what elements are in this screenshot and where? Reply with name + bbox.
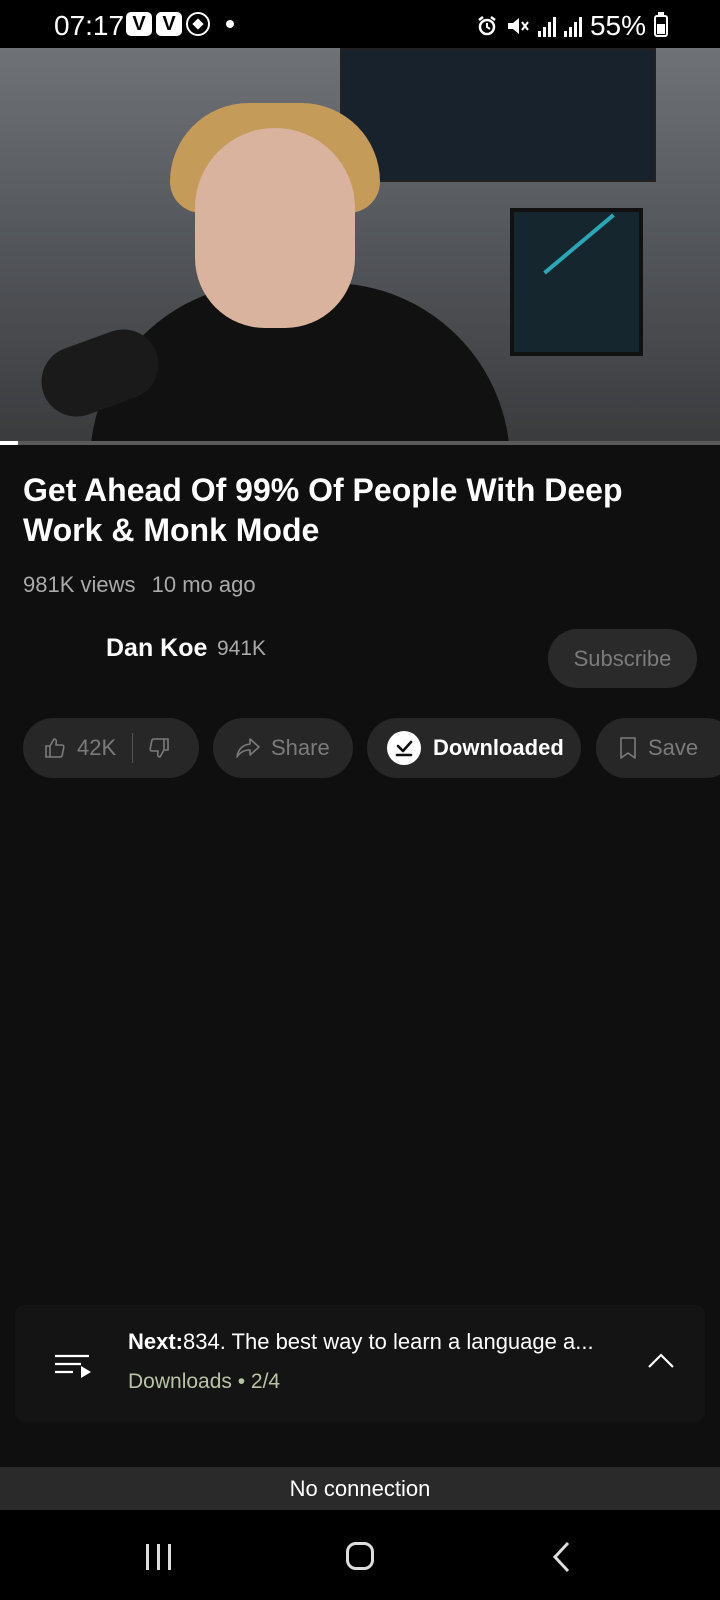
- signal-icon: [563, 15, 582, 37]
- home-button[interactable]: [346, 1542, 374, 1570]
- no-connection-banner: No connection: [0, 1467, 720, 1510]
- soccer-ball-icon: [186, 12, 210, 36]
- channel-name[interactable]: Dan Koe: [106, 634, 207, 663]
- status-time: 07:17: [54, 10, 125, 41]
- status-right-icons: 55%: [476, 10, 668, 42]
- status-bar: 07:17 V V 55%: [0, 0, 720, 48]
- channel-subscriber-count: 941K: [217, 637, 267, 660]
- video-progress-track[interactable]: [0, 441, 720, 445]
- v-badge-icon: V: [156, 12, 182, 36]
- next-video-title: 834. The best way to learn a language a.…: [183, 1329, 594, 1354]
- back-button[interactable]: [552, 1541, 572, 1573]
- thumbs-up-icon[interactable]: [43, 736, 67, 760]
- share-icon: [236, 738, 260, 758]
- video-frame-painting: [340, 48, 656, 182]
- battery-percent: 55%: [589, 10, 646, 41]
- subscribe-button[interactable]: Subscribe: [548, 629, 697, 688]
- playlist-queue-icon: [55, 1354, 91, 1378]
- video-player[interactable]: [0, 48, 720, 444]
- video-title[interactable]: Get Ahead Of 99% Of People With Deep Wor…: [23, 470, 683, 550]
- download-complete-icon: [387, 731, 421, 765]
- v-badge-icon: V: [126, 12, 152, 36]
- chevron-up-icon[interactable]: [647, 1351, 675, 1369]
- mute-icon: [507, 18, 529, 34]
- battery-icon: [654, 12, 668, 37]
- downloaded-button[interactable]: Downloaded: [367, 718, 581, 778]
- recent-apps-button[interactable]: [146, 1544, 171, 1570]
- thumbs-down-icon[interactable]: [147, 736, 171, 760]
- downloaded-label: Downloaded: [433, 735, 564, 760]
- save-button[interactable]: Save: [596, 718, 720, 778]
- share-button[interactable]: Share: [213, 718, 353, 778]
- upload-age: 10 mo ago: [151, 572, 256, 597]
- video-frame-monitor: [510, 208, 643, 356]
- next-video-line: Next:834. The best way to learn a langua…: [128, 1329, 594, 1355]
- playlist-position: Downloads • 2/4: [128, 1370, 281, 1393]
- video-progress-fill: [0, 441, 18, 445]
- share-label: Share: [271, 735, 330, 760]
- next-prefix: Next:: [128, 1329, 184, 1354]
- alarm-icon: [478, 16, 496, 36]
- signal-icon: [537, 15, 556, 37]
- bookmark-icon: [620, 737, 636, 759]
- like-dislike-divider: [132, 733, 134, 763]
- next-up-bar[interactable]: Next:834. The best way to learn a langua…: [15, 1305, 705, 1422]
- view-count: 981K views: [23, 572, 136, 597]
- video-meta: 981K views 10 mo ago: [23, 572, 266, 598]
- status-left-icons: V V: [126, 12, 234, 36]
- save-label: Save: [648, 735, 699, 760]
- system-nav-bar: [0, 1510, 720, 1600]
- video-frame-face: [195, 128, 355, 328]
- like-dislike-button[interactable]: 42K: [23, 718, 199, 778]
- dot-icon: [226, 20, 234, 28]
- like-count: 42K: [77, 735, 117, 760]
